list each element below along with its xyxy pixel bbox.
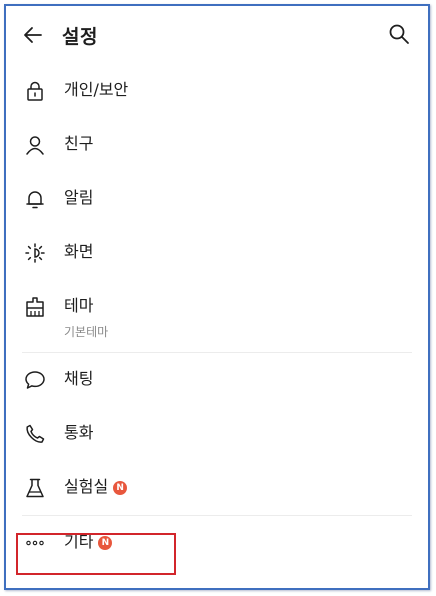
- more-icon: [24, 532, 46, 554]
- menu-item-display[interactable]: 화면: [6, 226, 428, 280]
- menu-item-label: 기타 N: [64, 532, 113, 552]
- brightness-icon: [24, 242, 46, 264]
- current-theme-text: 기본테마: [64, 325, 109, 339]
- search-icon: [389, 24, 409, 44]
- phone-icon: [24, 423, 46, 445]
- menu-item-calls[interactable]: 통화: [6, 407, 428, 461]
- menu-item-notifications[interactable]: 알림: [6, 172, 428, 226]
- menu-item-label: 채팅: [64, 369, 94, 388]
- app-header: 설정: [6, 6, 428, 64]
- menu-item-label: 실험실 N: [64, 477, 128, 497]
- settings-menu-list: 개인/보안 친구 알림 화면 테마 기본테마 채팅 통화 실험실 N 기타 N: [6, 64, 428, 570]
- menu-item-friends[interactable]: 친구: [6, 118, 428, 172]
- bell-icon: [24, 188, 46, 210]
- settings-screen: 설정 개인/보안 친구 알림 화면 테마 기본테마 채팅 통화 실험실 N 기타…: [4, 4, 430, 590]
- search-button[interactable]: [388, 23, 410, 45]
- theme-icon: [24, 296, 46, 318]
- new-badge: N: [98, 536, 113, 550]
- menu-item-theme[interactable]: 테마 기본테마: [6, 280, 428, 352]
- menu-item-label: 화면: [64, 242, 94, 261]
- menu-item-labs[interactable]: 실험실 N: [6, 461, 428, 515]
- arrow-left-icon: [24, 27, 42, 43]
- menu-item-more[interactable]: 기타 N: [6, 516, 428, 570]
- chat-bubble-icon: [24, 369, 46, 391]
- menu-item-label: 통화: [64, 423, 94, 442]
- menu-item-privacy-security[interactable]: 개인/보안: [6, 64, 428, 118]
- menu-item-label: 개인/보안: [64, 80, 129, 99]
- menu-item-label: 알림: [64, 188, 94, 207]
- menu-item-chat[interactable]: 채팅: [6, 353, 428, 407]
- menu-item-label: 친구: [64, 134, 94, 153]
- lock-icon: [24, 80, 46, 102]
- flask-icon: [24, 477, 46, 499]
- page-title: 설정: [62, 26, 98, 48]
- new-badge: N: [113, 481, 128, 495]
- person-icon: [24, 134, 46, 156]
- back-button[interactable]: [22, 24, 44, 46]
- menu-item-label: 테마: [64, 296, 94, 315]
